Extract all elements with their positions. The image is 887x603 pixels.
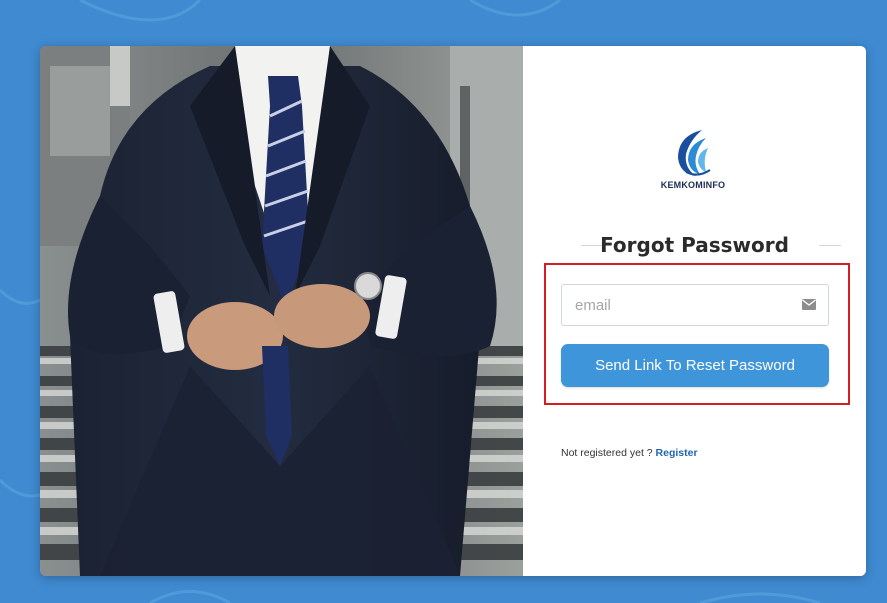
send-reset-link-button[interactable]: Send Link To Reset Password <box>561 344 829 387</box>
register-prompt-text: Not registered yet ? <box>561 447 656 459</box>
envelope-icon <box>802 299 816 310</box>
email-field[interactable] <box>561 284 829 326</box>
title-row: Forgot Password <box>523 232 866 258</box>
page-title: Forgot Password <box>600 233 789 257</box>
kemkominfo-logo: KEMKOMINFO <box>633 128 753 208</box>
forgot-password-panel: KEMKOMINFO Forgot Password Send Link To … <box>523 46 866 576</box>
businessman-photo <box>40 46 523 576</box>
email-input[interactable] <box>562 285 805 325</box>
register-link[interactable]: Register <box>656 447 698 459</box>
kemkominfo-logo-icon <box>678 130 711 176</box>
businessman-illustration <box>40 46 523 576</box>
register-prompt: Not registered yet ? Register <box>561 447 698 459</box>
login-card: KEMKOMINFO Forgot Password Send Link To … <box>40 46 866 576</box>
logo-text: KEMKOMINFO <box>660 180 726 190</box>
